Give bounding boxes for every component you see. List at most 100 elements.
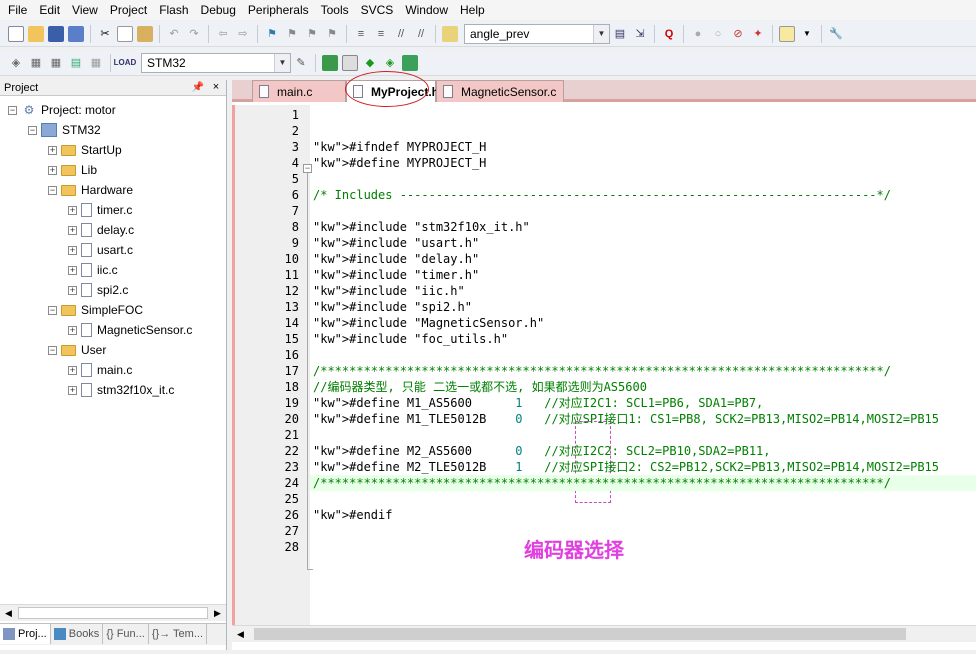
- debug-start-icon[interactable]: Q: [661, 26, 677, 42]
- stop-build-icon[interactable]: ▦: [88, 55, 104, 71]
- collapse-icon[interactable]: +: [48, 145, 57, 155]
- manage-components-icon[interactable]: [322, 54, 338, 71]
- batch-build-icon[interactable]: ▤: [68, 55, 84, 71]
- tree-item[interactable]: − SimpleFOC: [48, 300, 143, 320]
- tree-item[interactable]: + Lib: [48, 160, 97, 180]
- editor-tab-magneticsensor-c[interactable]: MagneticSensor.c: [436, 80, 564, 102]
- menu-window[interactable]: Window: [399, 0, 454, 20]
- expand-icon[interactable]: +: [68, 285, 77, 295]
- collapse-icon[interactable]: −: [8, 105, 17, 115]
- menu-file[interactable]: File: [2, 0, 33, 20]
- expand-icon[interactable]: +: [68, 245, 77, 255]
- tree-item[interactable]: + delay.c: [68, 220, 134, 240]
- scroll-left-icon[interactable]: ◀: [232, 626, 249, 643]
- breakpoint-icon[interactable]: ●: [690, 26, 706, 42]
- uncomment-icon[interactable]: //: [413, 26, 429, 42]
- collapse-icon[interactable]: −: [48, 345, 57, 355]
- paste-icon[interactable]: [137, 25, 153, 42]
- scroll-left-icon[interactable]: ◀: [0, 605, 17, 622]
- build-icon[interactable]: ▦: [28, 55, 44, 71]
- menu-debug[interactable]: Debug: [195, 0, 242, 20]
- configure-tools-icon[interactable]: 🔧: [828, 26, 844, 42]
- tree-item[interactable]: − ⚙ Project: motor: [8, 100, 116, 120]
- collapse-icon[interactable]: −: [48, 305, 57, 315]
- save-icon[interactable]: [48, 25, 64, 42]
- menu-edit[interactable]: Edit: [33, 0, 66, 20]
- menu-project[interactable]: Project: [104, 0, 153, 20]
- target-options-icon[interactable]: ✎: [293, 55, 309, 71]
- menu-flash[interactable]: Flash: [153, 0, 194, 20]
- close-icon[interactable]: ×: [210, 82, 222, 94]
- breakpoint-disable-icon[interactable]: ○: [710, 26, 726, 42]
- expand-icon[interactable]: +: [68, 325, 77, 335]
- pack-installer-icon[interactable]: [342, 54, 358, 71]
- expand-icon[interactable]: +: [68, 365, 77, 375]
- scroll-right-icon[interactable]: ▶: [209, 605, 226, 622]
- tree-item[interactable]: + stm32f10x_it.c: [68, 380, 174, 400]
- tree-item[interactable]: + StartUp: [48, 140, 122, 160]
- menu-peripherals[interactable]: Peripherals: [242, 0, 315, 20]
- scroll-thumb[interactable]: [18, 607, 208, 619]
- tree-item[interactable]: + timer.c: [68, 200, 132, 220]
- breakpoints-toggle-icon[interactable]: ✦: [750, 26, 766, 42]
- pin-icon[interactable]: 📌: [192, 80, 204, 96]
- tree-item[interactable]: + usart.c: [68, 240, 133, 260]
- expand-icon[interactable]: +: [68, 265, 77, 275]
- chevron-down-icon[interactable]: ▼: [593, 24, 609, 43]
- expand-icon[interactable]: +: [68, 385, 77, 395]
- scroll-thumb[interactable]: [254, 628, 906, 640]
- rte-icon[interactable]: [402, 54, 418, 71]
- nav-forward-icon[interactable]: ⇨: [235, 26, 251, 42]
- collapse-icon[interactable]: −: [28, 125, 37, 135]
- collapse-icon[interactable]: +: [48, 165, 57, 175]
- find-in-files-icon[interactable]: [442, 25, 458, 42]
- undo-icon[interactable]: ↶: [166, 26, 182, 42]
- target-combo[interactable]: STM32 ▼: [141, 52, 291, 73]
- tab-project[interactable]: Proj...: [0, 624, 51, 644]
- horizontal-scrollbar[interactable]: ◀ ▶: [0, 604, 226, 621]
- breakpoints-kill-icon[interactable]: ⊘: [730, 26, 746, 42]
- tree-item[interactable]: + MagneticSensor.c: [68, 320, 192, 340]
- comment-icon[interactable]: //: [393, 26, 409, 42]
- nav-back-icon[interactable]: ⇦: [215, 26, 231, 42]
- open-folder-icon[interactable]: [28, 25, 44, 42]
- find-icon[interactable]: ▤: [612, 26, 628, 42]
- collapse-icon[interactable]: −: [48, 185, 57, 195]
- translate-icon[interactable]: ◈: [8, 55, 24, 71]
- indent-icon[interactable]: ≡: [353, 26, 369, 42]
- tab-templates[interactable]: {}→ Tem...: [149, 624, 207, 644]
- bookmark-prev-icon[interactable]: ⚑: [284, 26, 300, 42]
- chevron-down-icon[interactable]: ▼: [274, 53, 290, 72]
- menu-tools[interactable]: Tools: [315, 0, 355, 20]
- tree-item[interactable]: + iic.c: [68, 260, 118, 280]
- new-file-icon[interactable]: [8, 25, 24, 42]
- bookmark-next-icon[interactable]: ⚑: [304, 26, 320, 42]
- cut-icon[interactable]: ✂: [97, 26, 113, 42]
- redo-icon[interactable]: ↷: [186, 26, 202, 42]
- download-icon[interactable]: LOAD: [114, 55, 137, 71]
- bookmark-clear-icon[interactable]: ⚑: [324, 26, 340, 42]
- manage-rte-icon[interactable]: ◈: [382, 55, 398, 71]
- code-area[interactable]: 编码器选择 "kw">#ifndef MYPROJECT_H "kw">#defi…: [310, 105, 976, 625]
- tree-item[interactable]: − User: [48, 340, 106, 360]
- tree-item[interactable]: + main.c: [68, 360, 132, 380]
- find-combo[interactable]: angle_prev ▼: [464, 23, 610, 44]
- save-all-icon[interactable]: [68, 25, 84, 42]
- editor-horizontal-scrollbar[interactable]: ◀: [232, 625, 976, 642]
- bookmark-icon[interactable]: ⚑: [264, 26, 280, 42]
- copy-icon[interactable]: [117, 25, 133, 42]
- expand-icon[interactable]: +: [68, 205, 77, 215]
- find-options-icon[interactable]: ⇲: [632, 26, 648, 42]
- tree-item[interactable]: − STM32: [28, 120, 101, 140]
- menu-view[interactable]: View: [66, 0, 104, 20]
- select-packs-icon[interactable]: ◆: [362, 55, 378, 71]
- tab-books[interactable]: Books: [51, 624, 104, 644]
- window-config-icon[interactable]: [779, 25, 795, 42]
- tree-item[interactable]: − Hardware: [48, 180, 133, 200]
- unindent-icon[interactable]: ≡: [373, 26, 389, 42]
- tree-item[interactable]: + spi2.c: [68, 280, 128, 300]
- tab-functions[interactable]: {} Fun...: [103, 624, 149, 644]
- expand-icon[interactable]: +: [68, 225, 77, 235]
- editor-tab-main-c[interactable]: main.c: [252, 80, 346, 102]
- menu-help[interactable]: Help: [454, 0, 491, 20]
